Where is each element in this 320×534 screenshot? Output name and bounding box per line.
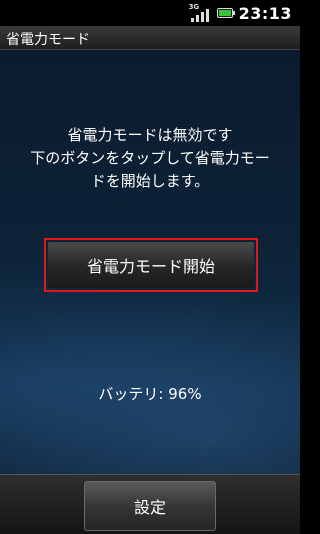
battery-level-text: バッテリ: 96% [98, 385, 202, 403]
bottom-bar: 設定 [0, 474, 300, 534]
title-bar: 省電力モード [0, 26, 300, 50]
status-message-line-3: ドを開始します。 [90, 172, 210, 190]
status-icons: 3G 23:13 [189, 0, 292, 26]
status-message-line-1: 省電力モードは無効です [67, 126, 233, 144]
status-message-line-2: 下のボタンをタップして省電力モー [30, 149, 270, 167]
main-content: 省電力モードは無効です 下のボタンをタップして省電力モー ドを開始します。 省電… [0, 50, 300, 474]
status-bar: 3G 23:13 [0, 0, 300, 26]
start-button-highlight: 省電力モード開始 [44, 238, 258, 292]
start-power-saving-button[interactable]: 省電力モード開始 [48, 242, 254, 288]
status-message: 省電力モードは無効です 下のボタンをタップして省電力モー ドを開始します。 [0, 124, 300, 193]
page-title: 省電力モード [6, 32, 90, 48]
battery-icon [216, 8, 235, 18]
settings-button[interactable]: 設定 [84, 481, 216, 531]
signal-bars-icon: 3G [189, 4, 211, 22]
status-clock: 23:13 [238, 3, 292, 23]
